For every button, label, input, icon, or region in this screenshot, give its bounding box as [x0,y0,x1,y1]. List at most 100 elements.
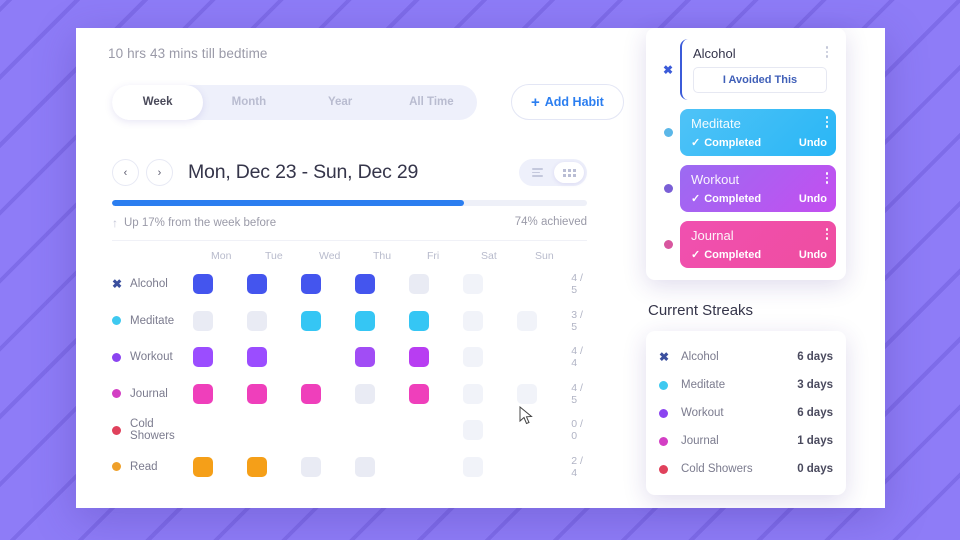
habit-cell-wed[interactable] [301,310,322,331]
card-menu-icon[interactable] [825,228,828,240]
habit-cell-mon[interactable] [193,274,214,295]
tab-month[interactable]: Month [203,85,294,120]
add-habit-label: Add Habit [544,95,604,109]
habit-cell-sat[interactable] [463,383,484,404]
habit-cell-wed[interactable] [301,383,322,404]
habit-fraction: 4 / 4 [571,345,583,370]
habit-cell-sat[interactable] [463,456,484,477]
habit-cell-tue[interactable] [247,310,268,331]
habit-card[interactable]: Workout ✓ Completed Undo [680,165,836,212]
period-tabs[interactable]: Week Month Year All Time [112,84,477,120]
habit-color-dot-icon [112,425,121,435]
habit-cell-sun[interactable] [517,457,537,477]
habit-cells [193,274,571,295]
list-view-button[interactable] [522,162,552,183]
habit-color-dot-icon [663,128,673,137]
habit-cell-mon[interactable] [193,456,214,477]
habit-name: Journal [130,387,168,400]
habit-icon: ✖ [112,278,130,290]
habit-row: Journal 4 / 5 [112,376,592,413]
habit-grid-rows: ✖ Alcohol 4 / 5 Meditate 3 / 5 Workout 4 / 4 Jo… [112,266,592,485]
streak-days: 6 days [797,351,833,363]
habit-cell-fri[interactable] [409,347,430,368]
card-menu-icon[interactable] [825,172,828,184]
habit-cell-thu[interactable] [355,456,376,477]
tab-all-time[interactable]: All Time [386,85,477,120]
add-habit-button[interactable]: + Add Habit [511,84,624,120]
habit-cell-sun[interactable] [517,347,537,367]
tab-week[interactable]: Week [112,84,204,120]
day-label-sun: Sun [535,250,554,262]
habit-cell-mon[interactable] [193,383,214,404]
habit-cell-thu[interactable] [355,310,376,331]
day-label-mon: Mon [211,250,232,262]
period-tabs-row: Week Month Year All Time + Add Habit [112,84,624,120]
habit-cell-sun[interactable] [517,310,538,331]
habit-card-icon [656,128,680,137]
habit-cell-mon[interactable] [193,420,213,440]
view-toggle[interactable] [519,159,587,186]
undo-button[interactable]: Undo [799,193,827,205]
habit-cell-fri[interactable] [409,274,430,295]
streak-days: 3 days [797,379,833,391]
habit-cells [193,420,571,441]
habit-cell-wed[interactable] [301,274,322,295]
completed-status: ✓ Completed [691,136,761,150]
habit-cell-fri[interactable] [409,383,430,404]
habit-fraction: 4 / 5 [571,381,583,406]
habit-cell-fri[interactable] [409,310,430,331]
plus-icon: + [531,93,540,111]
habit-card-row: Meditate ✓ Completed Undo [656,109,836,156]
undo-button[interactable]: Undo [799,137,827,149]
habit-cell-tue[interactable] [247,383,268,404]
habit-cell-tue[interactable] [247,347,268,368]
habit-icon [112,425,130,435]
habit-cell-sat[interactable] [463,347,484,368]
habit-card[interactable]: Meditate ✓ Completed Undo [680,109,836,156]
prev-week-button[interactable]: ‹ [112,159,139,186]
habit-cell-wed[interactable] [301,456,322,477]
habit-cell-fri[interactable] [409,420,429,440]
habit-cell-sun[interactable] [517,420,537,440]
habit-cell-thu[interactable] [355,347,376,368]
habit-cell-wed[interactable] [301,347,321,367]
habit-cell-tue[interactable] [247,456,268,477]
habit-cell-fri[interactable] [409,457,429,477]
habit-cells [193,310,571,331]
habit-cell-mon[interactable] [193,347,214,368]
bedtime-status: 10 hrs 43 mins till bedtime [108,46,268,61]
day-label-thu: Thu [373,250,392,262]
streak-icon [659,380,681,390]
habit-color-dot-icon [112,352,121,362]
habit-cell-tue[interactable] [247,274,268,295]
habit-color-dot-icon [112,462,121,472]
habit-cell-thu[interactable] [355,383,376,404]
habit-cell-mon[interactable] [193,310,214,331]
avoided-button[interactable]: I Avoided This [693,67,827,93]
habit-card[interactable]: Alcohol I Avoided This [680,39,836,100]
habit-cell-sun[interactable] [517,274,537,294]
habit-cell-sat[interactable] [463,310,484,331]
card-menu-icon[interactable] [825,46,828,58]
card-menu-icon[interactable] [825,116,828,128]
habit-cell-wed[interactable] [301,420,321,440]
habit-name: Read [130,460,158,473]
habit-fraction: 4 / 5 [571,272,583,297]
achieved-text: 74% achieved [514,216,587,228]
next-week-button[interactable]: › [146,159,173,186]
habit-grid: Mon Tue Wed Thu Fri Sat Sun ✖ Alcohol 4 / 5 Medit… [112,250,592,485]
streak-icon [659,436,681,446]
tab-year[interactable]: Year [295,85,386,120]
habit-cell-sat[interactable] [463,274,484,295]
habit-cell-sun[interactable] [517,383,538,404]
streak-row: Cold Showers 0 days [659,455,833,483]
grid-view-button[interactable] [554,162,584,183]
habit-cell-sat[interactable] [463,420,484,441]
habit-fraction: 2 / 4 [571,454,583,479]
undo-button[interactable]: Undo [799,249,827,261]
habit-cell-tue[interactable] [247,420,267,440]
habit-row: ✖ Alcohol 4 / 5 [112,266,592,303]
habit-cell-thu[interactable] [355,420,375,440]
habit-card[interactable]: Journal ✓ Completed Undo [680,221,836,268]
habit-cell-thu[interactable] [355,274,376,295]
